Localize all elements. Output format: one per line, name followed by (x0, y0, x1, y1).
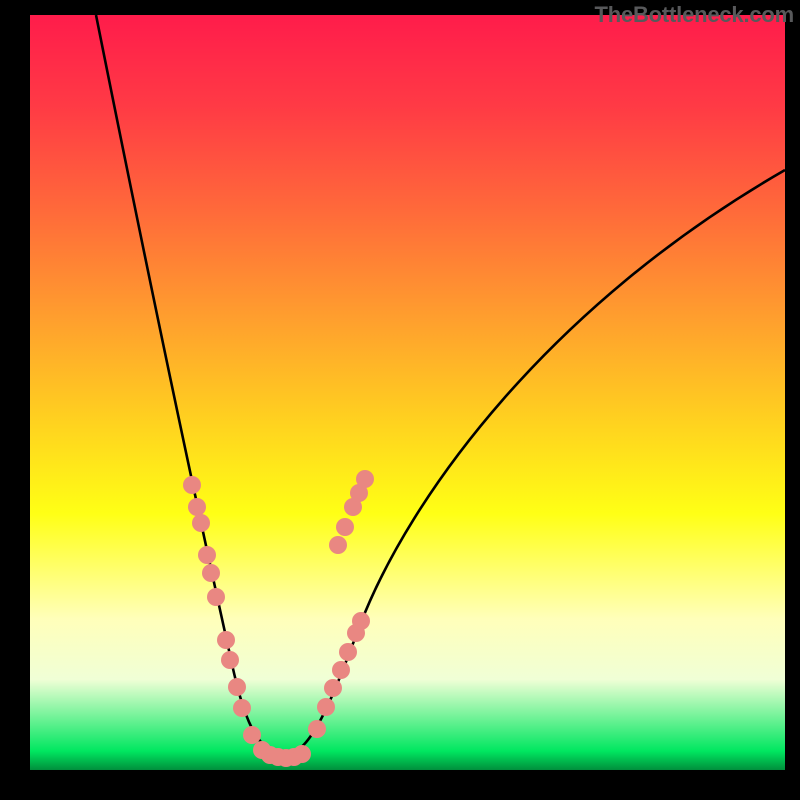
data-point (217, 631, 235, 649)
plot-area (30, 15, 785, 770)
data-point (243, 726, 261, 744)
scatter-dots (183, 470, 374, 767)
data-point (233, 699, 251, 717)
data-point (352, 612, 370, 630)
data-point (207, 588, 225, 606)
data-point (192, 514, 210, 532)
data-point (339, 643, 357, 661)
data-point (356, 470, 374, 488)
watermark-text: TheBottleneck.com (594, 2, 794, 28)
data-point (188, 498, 206, 516)
data-point (202, 564, 220, 582)
outer-frame: TheBottleneck.com (0, 0, 800, 800)
data-point (293, 745, 311, 763)
bottleneck-curve (96, 15, 785, 757)
data-point (324, 679, 342, 697)
data-point (308, 720, 326, 738)
data-point (329, 536, 347, 554)
data-point (336, 518, 354, 536)
data-point (198, 546, 216, 564)
data-point (332, 661, 350, 679)
data-point (228, 678, 246, 696)
data-point (183, 476, 201, 494)
data-point (317, 698, 335, 716)
data-point (221, 651, 239, 669)
chart-svg (30, 15, 785, 770)
